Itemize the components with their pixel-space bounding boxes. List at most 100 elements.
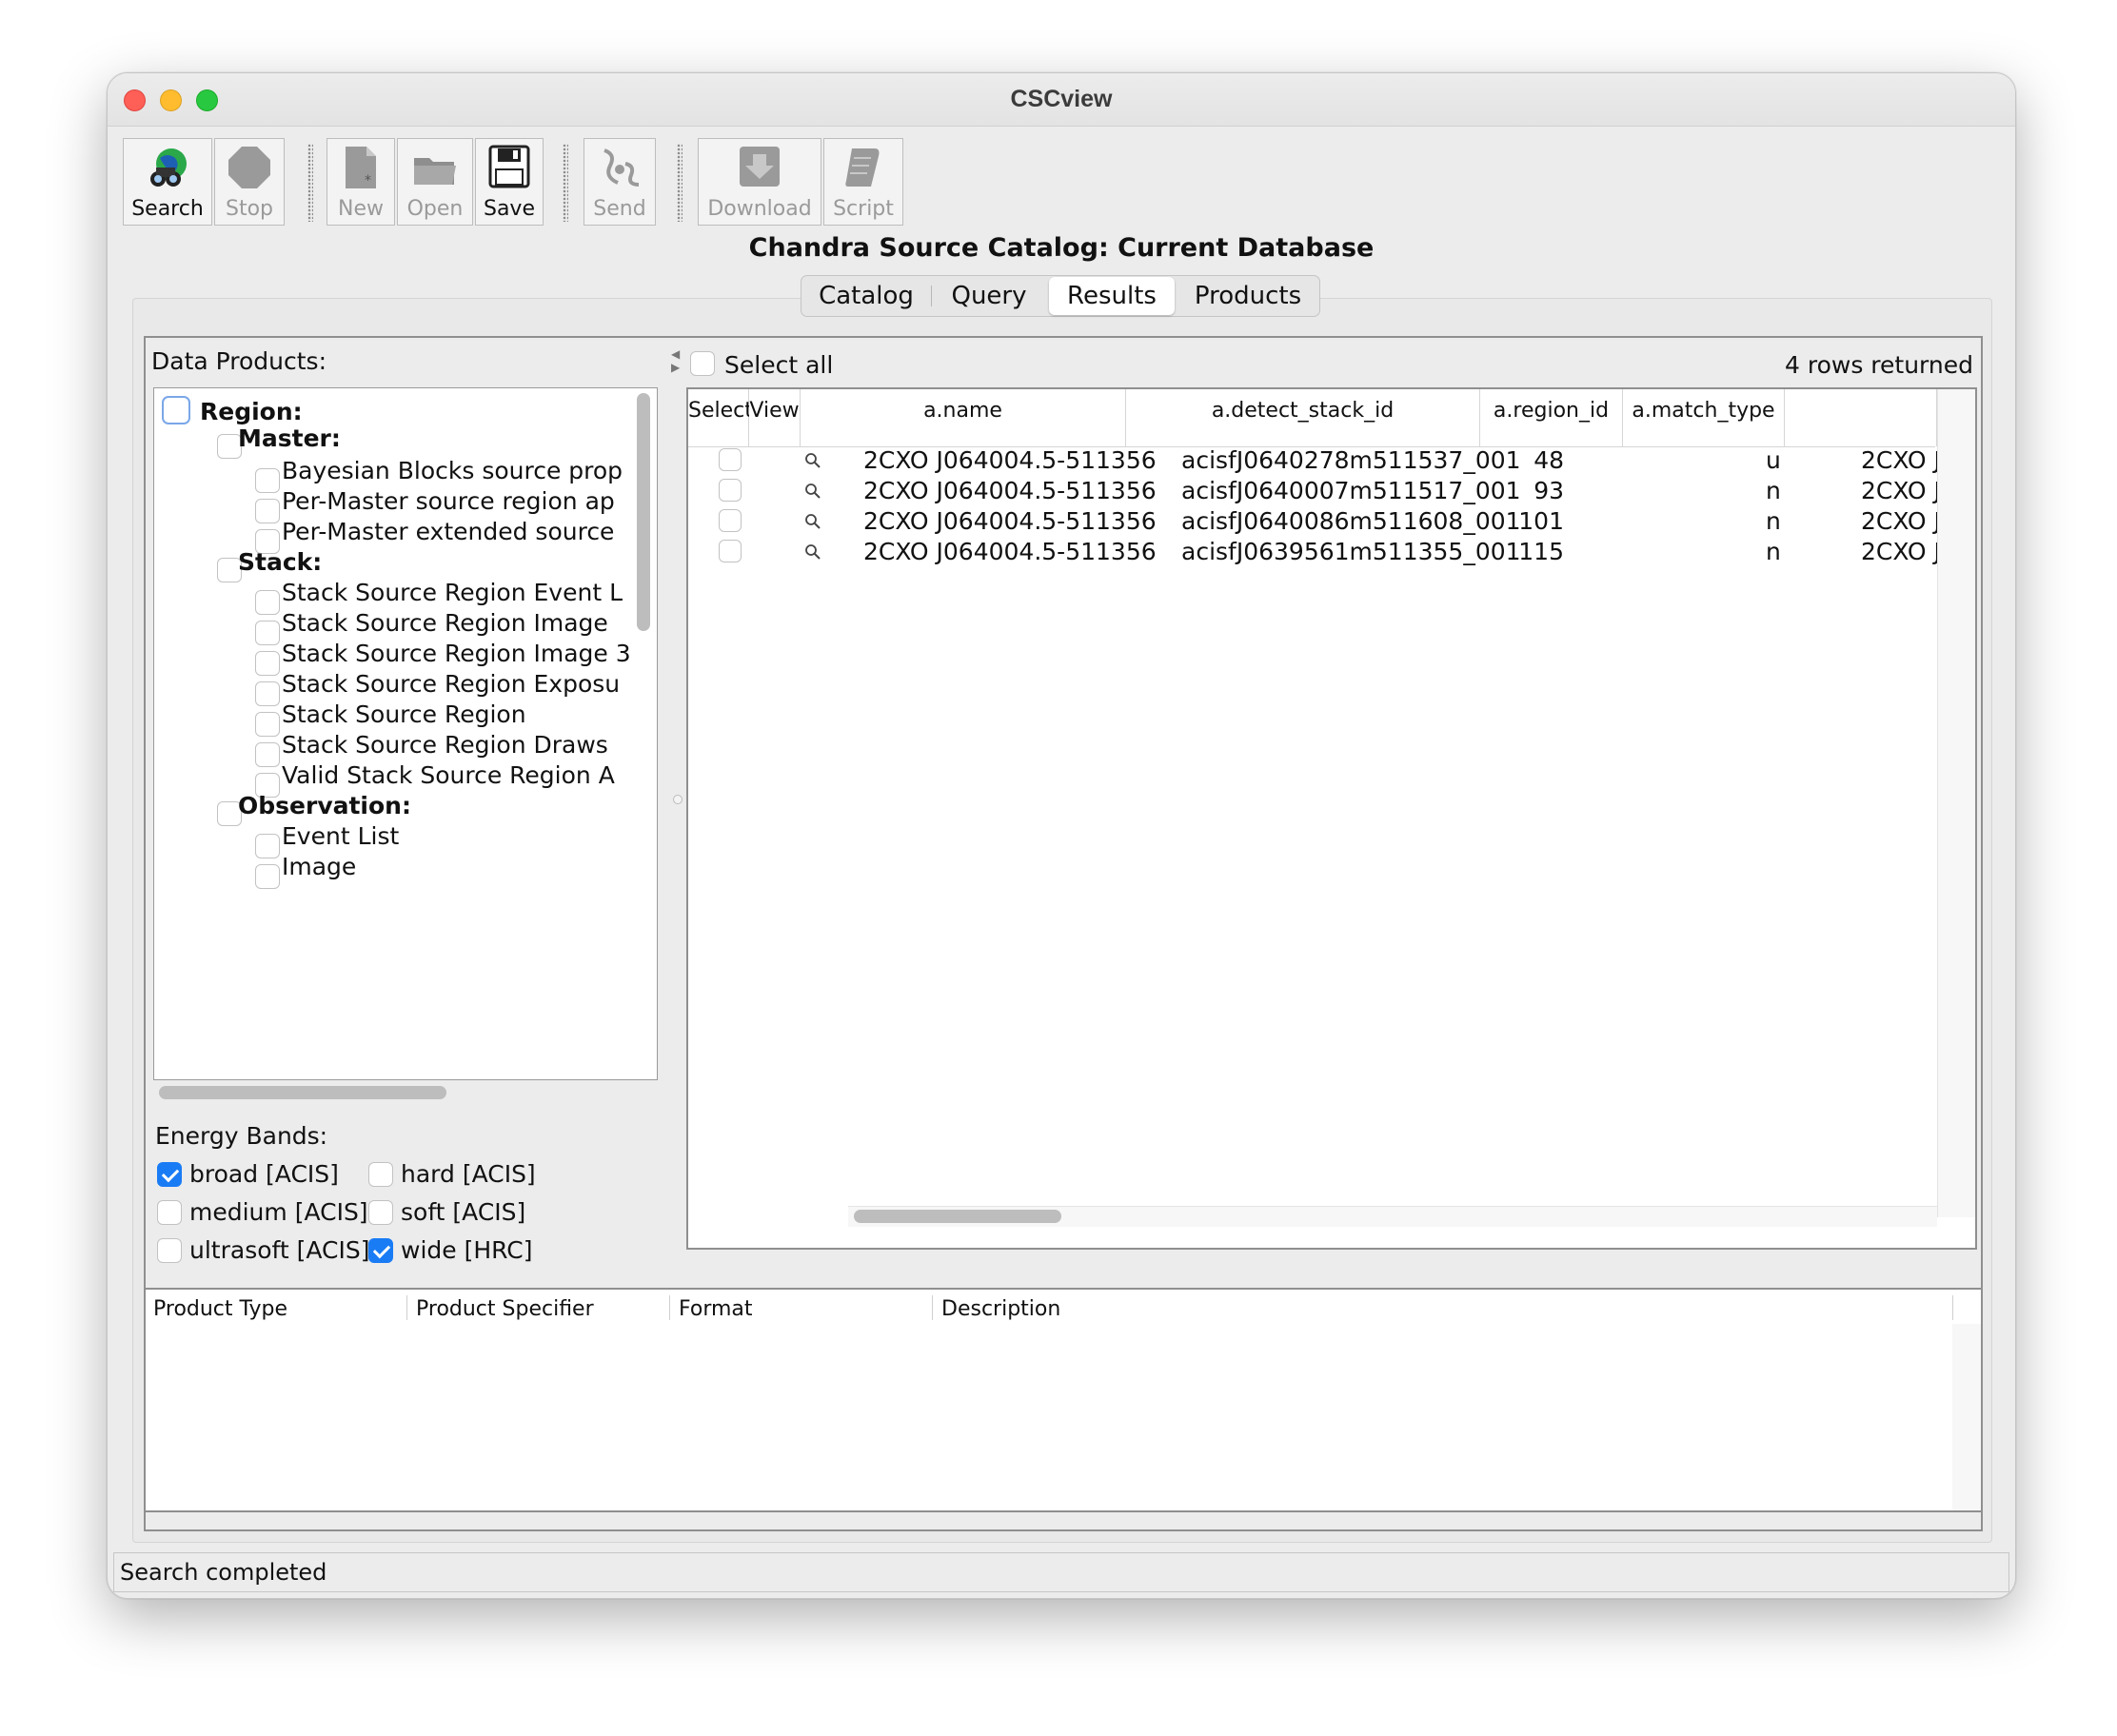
magnifier-icon[interactable] <box>804 483 821 500</box>
download-button-label: Download <box>707 197 812 221</box>
row-select-checkbox[interactable] <box>719 540 742 562</box>
tree-checkbox-stack-image-3[interactable] <box>255 651 280 676</box>
hard-acis-checkbox[interactable] <box>368 1162 393 1187</box>
row-select-checkbox[interactable] <box>719 479 742 502</box>
col-header-format[interactable]: Format <box>679 1297 753 1321</box>
stop-button-label: Stop <box>225 197 273 221</box>
split-collapse-arrows[interactable]: ◀ ▶ <box>671 347 680 374</box>
table-vertical-scroll-track[interactable] <box>1937 389 1975 1217</box>
cell-name: 2CXO J064004.5-511356 <box>863 507 1157 535</box>
open-button[interactable]: Open <box>397 138 473 226</box>
tree-item-event-list: Event List <box>282 822 400 850</box>
title-bar: CSCview <box>108 73 2015 127</box>
row-select-checkbox[interactable] <box>719 509 742 532</box>
tree-item-per-master-extended: Per-Master extended source <box>282 518 615 545</box>
soft-acis-checkbox[interactable] <box>368 1200 393 1225</box>
save-button-label: Save <box>483 197 535 221</box>
col-header-product-specifier[interactable]: Product Specifier <box>416 1297 594 1321</box>
select-all-checkbox[interactable] <box>690 351 715 376</box>
tree-checkbox-per-master-aperture[interactable] <box>255 499 280 523</box>
tab-products[interactable]: Products <box>1177 276 1319 316</box>
tree-checkbox-stack-image[interactable] <box>255 621 280 645</box>
search-button[interactable]: Search <box>123 138 212 226</box>
wide-hrc-checkbox[interactable] <box>368 1238 393 1263</box>
magnifier-icon[interactable] <box>804 452 821 469</box>
tree-item-observation: Observation: <box>238 792 411 819</box>
magnifier-icon[interactable] <box>804 513 821 530</box>
window-title: CSCview <box>1010 86 1113 112</box>
col-header-detect-stack-id[interactable]: a.detect_stack_id <box>1126 389 1480 446</box>
tree-checkbox-event-list[interactable] <box>255 834 280 858</box>
script-button-label: Script <box>833 197 894 221</box>
tab-results[interactable]: Results <box>1049 277 1175 315</box>
medium-acis-checkbox[interactable] <box>157 1200 182 1225</box>
select-all-label: Select all <box>724 351 834 379</box>
tree-item-image: Image <box>282 853 357 880</box>
data-products-title: Data Products: <box>151 347 327 375</box>
send-button[interactable]: Send <box>584 138 656 226</box>
toolbar-separator <box>677 144 683 222</box>
cscview-window: CSCview Search Stop * New Open Save Send… <box>107 72 2016 1599</box>
col-header-region-id[interactable]: a.region_id <box>1480 389 1623 446</box>
new-button[interactable]: * New <box>326 138 395 226</box>
col-header-match-type[interactable]: a.match_type <box>1623 389 1785 446</box>
stop-button[interactable]: Stop <box>214 138 285 226</box>
col-header-product-type[interactable]: Product Type <box>153 1297 287 1321</box>
tree-item-valid-stack-region: Valid Stack Source Region A <box>282 761 615 789</box>
open-button-label: Open <box>406 197 464 221</box>
medium-acis-label: medium [ACIS] <box>189 1198 368 1226</box>
cell-detect-stack-id: acisfJ0640086m511608_001 <box>1181 507 1521 535</box>
tree-checkbox-stack-exposure[interactable] <box>255 681 280 706</box>
tree-checkbox-region[interactable] <box>162 396 190 424</box>
floppy-disk-icon <box>488 145 530 188</box>
magnifier-icon[interactable] <box>804 543 821 561</box>
column-divider <box>406 1295 407 1320</box>
tree-checkbox-stack-region[interactable] <box>255 712 280 737</box>
tab-catalog[interactable]: Catalog <box>801 276 931 316</box>
hard-acis-label: hard [ACIS] <box>401 1160 536 1188</box>
tab-query[interactable]: Query <box>932 276 1046 316</box>
cell-region-id: 48 <box>1533 446 1564 474</box>
tree-vertical-scrollbar[interactable] <box>637 393 650 631</box>
tree-item-bayesian-blocks: Bayesian Blocks source prop <box>282 457 623 484</box>
script-scroll-icon <box>845 148 880 187</box>
tree-checkbox-stack-event-list[interactable] <box>255 590 280 615</box>
col-header-extra[interactable] <box>1785 389 1937 446</box>
tree-checkbox-bayesian-blocks[interactable] <box>255 468 280 493</box>
tree-item-stack-image-3: Stack Source Region Image 3 <box>282 640 631 667</box>
tree-checkbox-image[interactable] <box>255 864 280 889</box>
tree-item-stack-image: Stack Source Region Image <box>282 609 608 637</box>
ultrasoft-acis-checkbox[interactable] <box>157 1238 182 1263</box>
download-button[interactable]: Download <box>698 138 821 226</box>
status-bar: Search completed <box>113 1552 2009 1592</box>
rows-returned-count: 4 rows returned <box>1785 351 1973 379</box>
col-header-view[interactable]: View <box>749 389 801 446</box>
tree-item-region: Region: <box>200 398 303 425</box>
stop-octagon-icon <box>228 147 270 188</box>
cell-region-id: 115 <box>1518 538 1564 565</box>
energy-bands-title: Energy Bands: <box>155 1122 328 1150</box>
column-divider <box>932 1295 933 1320</box>
column-divider <box>669 1295 670 1320</box>
tree-horizontal-scrollbar[interactable] <box>159 1086 446 1099</box>
table-horizontal-scrollbar[interactable] <box>854 1210 1061 1223</box>
col-header-select[interactable]: Select <box>688 389 753 446</box>
data-products-tree: Region: Master: Bayesian Blocks source p… <box>153 387 658 1080</box>
cell-name: 2CXO J064004.5-511356 <box>863 477 1157 504</box>
split-divider-handle[interactable] <box>673 795 683 804</box>
cell-region-id: 101 <box>1518 507 1564 535</box>
col-header-name[interactable]: a.name <box>801 389 1126 446</box>
toolbar-separator <box>563 144 568 222</box>
tree-item-stack-exposure: Stack Source Region Exposu <box>282 670 621 698</box>
broad-acis-checkbox[interactable] <box>157 1162 182 1187</box>
cell-detect-stack-id: acisfJ0640278m511537_001 <box>1181 446 1521 474</box>
col-header-description[interactable]: Description <box>941 1297 1060 1321</box>
script-button[interactable]: Script <box>823 138 903 226</box>
tree-item-master: Master: <box>238 424 341 452</box>
save-button[interactable]: Save <box>475 138 544 226</box>
send-button-label: Send <box>593 197 646 221</box>
row-select-checkbox[interactable] <box>719 448 742 471</box>
cell-name: 2CXO J064004.5-511356 <box>863 538 1157 565</box>
products-scroll-track[interactable] <box>1952 1324 1981 1510</box>
tree-checkbox-stack-draws[interactable] <box>255 742 280 767</box>
